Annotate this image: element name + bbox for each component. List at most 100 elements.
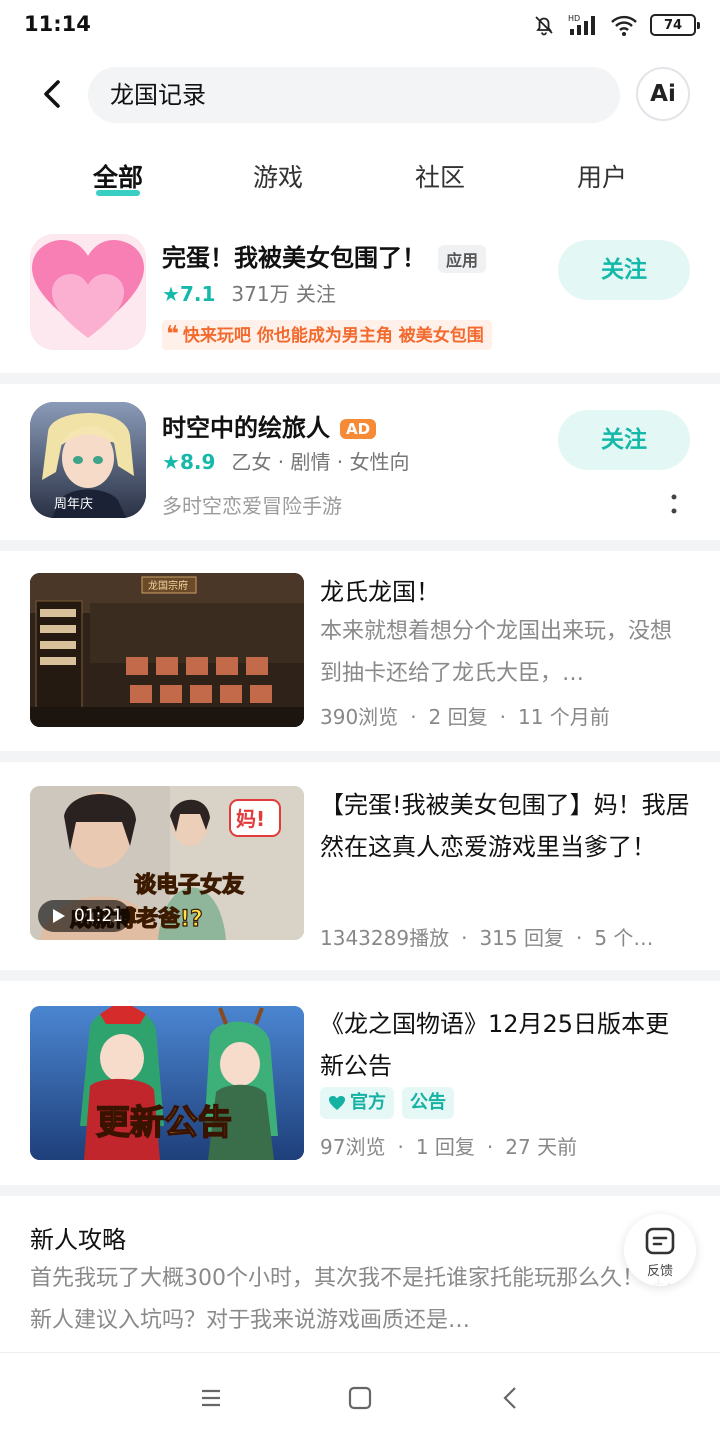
notice-badge-label: 公告 <box>410 1092 446 1113</box>
section-divider <box>0 970 720 981</box>
app-meta: ★8.9 乙女 · 剧情 · 女性向 <box>162 446 410 475</box>
post-stats: 97浏览 · 1 回复 · 27 天前 <box>320 1135 578 1159</box>
section-divider <box>0 540 720 551</box>
app-title-text: 时空中的绘旅人 <box>162 414 330 442</box>
tab-users[interactable]: 用户 <box>542 158 662 194</box>
view-count: 97浏览 <box>320 1135 386 1159</box>
thumb-caption: 龙国宗府 <box>148 579 188 592</box>
heart-logo-icon <box>30 234 146 350</box>
anime-character-image: 周年庆 <box>30 402 146 518</box>
tab-games[interactable]: 游戏 <box>218 158 338 194</box>
announcement-post-item[interactable]: 更新公告 《龙之国物语》12月25日版本更新公告 官方 公告 97浏览 · 1 回复… <box>0 981 720 1185</box>
post-badges: 官方 公告 <box>320 1087 454 1119</box>
feedback-button[interactable]: 反馈 <box>624 1214 696 1286</box>
post-item[interactable]: 龙国宗府 龙氏龙国！ 本来就想着想分个龙国出来玩，没想到抽卡还给了龙氏大臣，… … <box>0 551 720 751</box>
reply-count: 1 回复 <box>415 1135 475 1159</box>
play-count: 1343289播放 <box>320 926 450 950</box>
play-icon <box>53 909 65 923</box>
menu-icon[interactable] <box>196 1383 226 1413</box>
ad-badge: AD <box>340 419 377 439</box>
search-input[interactable]: 龙国记录 <box>88 67 620 123</box>
video-duration: 01:21 <box>74 906 123 926</box>
official-badge: 官方 <box>320 1087 394 1119</box>
post-title: 新人攻略 <box>30 1226 126 1254</box>
battery-indicator: 74 <box>650 14 700 36</box>
post-time: 27 天前 <box>505 1135 578 1159</box>
signal-hd-label: HD <box>568 14 580 23</box>
official-badge-label: 官方 <box>350 1092 386 1113</box>
video-duration-pill: 01:21 <box>38 900 130 932</box>
tab-active-indicator <box>96 190 140 196</box>
section-divider <box>0 1185 720 1196</box>
status-bar: 11:14 HD 74 <box>0 0 720 52</box>
battery-level: 74 <box>663 17 683 33</box>
search-header: 龙国记录 Ai <box>0 66 720 124</box>
post-time: 5 个… <box>594 926 654 950</box>
back-arrow-icon[interactable] <box>30 72 74 116</box>
video-thumbnail: 妈! 谈电子女友 成就博老爸!? 01:21 <box>30 786 304 940</box>
app-icon <box>30 234 146 350</box>
overlay-text-1: 谈电子女友 <box>134 872 244 898</box>
rating-value: 7.1 <box>179 282 216 306</box>
more-options-icon[interactable] <box>662 492 686 516</box>
app-description: 多时空恋爱冒险手游 <box>162 494 342 518</box>
rating-value: 8.9 <box>179 450 216 474</box>
ai-button-label: Ai <box>650 81 676 107</box>
reply-count: 315 回复 <box>479 926 564 950</box>
result-tabs: 全部 游戏 社区 用户 <box>0 150 720 206</box>
follower-count: 371万 关注 <box>231 282 336 306</box>
post-title: 龙氏龙国！ <box>320 578 440 606</box>
genre-tags: 乙女 · 剧情 · 女性向 <box>231 450 410 474</box>
home-icon[interactable] <box>345 1383 375 1413</box>
tab-all[interactable]: 全部 <box>58 158 178 196</box>
status-time: 11:14 <box>24 12 91 36</box>
quote-icon: ❝ <box>166 322 179 347</box>
post-excerpt: 本来就想着想分个龙国出来玩，没想到抽卡还给了龙氏大臣，… <box>320 619 673 686</box>
banner-text: 更新公告 <box>96 1103 232 1143</box>
post-stats: 1343289播放 · 315 回复 · 5 个… <box>320 926 654 950</box>
wifi-icon <box>611 15 637 36</box>
app-title: 时空中的绘旅人 AD <box>162 408 377 443</box>
video-post-item[interactable]: 妈! 谈电子女友 成就博老爸!? 01:21 【完蛋!我被美女包围了】妈！我居然… <box>0 762 720 970</box>
app-title: 完蛋！我被美女包围了！ 应用 <box>162 238 487 273</box>
promo-quote: ❝ 快来玩吧 你也能成为男主角 被美女包围 <box>162 320 492 350</box>
follow-button[interactable]: 关注 <box>558 410 690 470</box>
ai-button[interactable]: Ai <box>636 67 690 121</box>
notice-badge: 公告 <box>402 1087 454 1119</box>
promo-quote-text: 快来玩吧 你也能成为男主角 被美女包围 <box>182 326 484 346</box>
tab-label: 全部 <box>92 163 143 192</box>
post-thumbnail: 更新公告 <box>30 1006 304 1160</box>
tab-label: 社区 <box>414 163 465 192</box>
sticker-text: 妈! <box>236 807 265 831</box>
app-meta: ★7.1 371万 关注 <box>162 278 336 307</box>
search-query: 龙国记录 <box>110 81 206 109</box>
app-result-card[interactable]: 完蛋！我被美女包围了！ 应用 ★7.1 371万 关注 ❝ 快来玩吧 你也能成为男主角… <box>0 220 720 372</box>
app-tag-badge: 应用 <box>438 245 487 273</box>
system-nav-bar <box>0 1352 720 1440</box>
app-title-text: 完蛋！我被美女包围了！ <box>162 244 426 272</box>
post-thumbnail: 龙国宗府 <box>30 573 304 727</box>
rating: ★7.1 <box>162 282 216 306</box>
mute-bell-icon <box>535 16 553 36</box>
post-stats: 390浏览 · 2 回复 · 11 个月前 <box>320 705 610 729</box>
status-icons: HD 74 <box>532 12 700 38</box>
post-title: 《龙之国物语》12月25日版本更新公告 <box>320 1010 670 1080</box>
feedback-icon <box>645 1227 675 1255</box>
app-icon-text: 周年庆 <box>54 497 93 512</box>
follow-button[interactable]: 关注 <box>558 240 690 300</box>
section-divider <box>0 373 720 384</box>
ad-app-card[interactable]: 周年庆 时空中的绘旅人 AD ★8.9 乙女 · 剧情 · 女性向 多时空恋爱冒险手… <box>0 384 720 540</box>
follow-label: 关注 <box>601 427 647 453</box>
post-excerpt: 首先我玩了大概300个小时，其次我不是托谁家托能玩那么久！ 1: 新人建议入坑吗… <box>30 1266 673 1333</box>
post-time: 11 个月前 <box>518 705 610 729</box>
feedback-label: 反馈 <box>646 1264 673 1279</box>
tab-community[interactable]: 社区 <box>380 158 500 194</box>
tab-label: 用户 <box>576 163 627 192</box>
signal-icon: HD <box>568 14 595 35</box>
rating: ★8.9 <box>162 450 216 474</box>
view-count: 390浏览 <box>320 705 399 729</box>
back-nav-icon[interactable] <box>496 1383 526 1413</box>
app-icon: 周年庆 <box>30 402 146 518</box>
section-divider <box>0 751 720 762</box>
update-banner-image: 更新公告 <box>30 1006 304 1160</box>
